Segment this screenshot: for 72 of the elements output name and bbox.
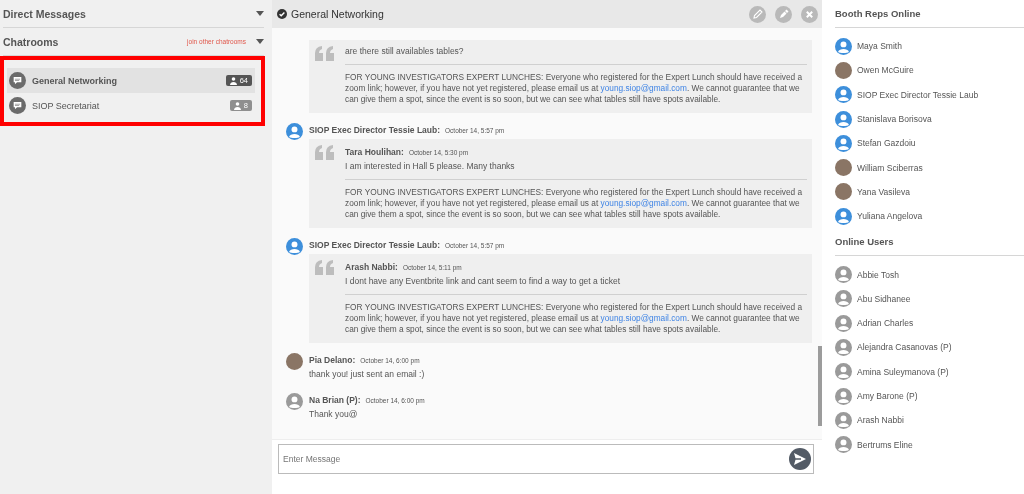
user-list-item[interactable]: William Sciberras <box>835 155 1024 180</box>
message-text: Thank you@ <box>309 409 359 419</box>
send-icon <box>793 452 807 466</box>
scrollbar[interactable] <box>818 346 822 426</box>
user-list-item[interactable]: Yuliana Angelova <box>835 204 1024 229</box>
notice-text: FOR YOUNG INVESTIGATORS EXPERT LUNCHES: Everyone who registered for the Expert Lunch should have received a zoom link; however, if you have not yet registered, please email us at young.siop@gmail.com. We cannot guarantee that we can give them a spot, since the event is so soon, but we can see what tables still have spots available. <box>345 187 804 220</box>
user-list-item[interactable]: Maya Smith <box>835 34 1024 59</box>
caret-icon[interactable] <box>256 39 264 44</box>
user-list-item[interactable]: Abu Sidhanee <box>835 286 1024 311</box>
quote-mark-icon <box>315 145 335 160</box>
user-avatar-icon <box>286 238 303 255</box>
user-avatar-icon <box>835 37 852 55</box>
user-list-item[interactable]: Yana Vasileva <box>835 179 1024 205</box>
user-list-item[interactable]: Owen McGuire <box>835 58 1024 83</box>
quoted-text: I am interested in Hall 5 please. Many thanks <box>345 161 516 171</box>
message-author: SIOP Exec Director Tessie Laub: <box>309 125 440 135</box>
user-avatar-icon <box>835 338 852 356</box>
quoted-text: are there still availables tables? <box>345 46 465 56</box>
photo-placeholder <box>835 183 852 201</box>
close-icon <box>805 9 814 19</box>
photo-placeholder <box>835 61 852 79</box>
user-avatar-icon <box>835 207 852 225</box>
user-avatar-icon <box>835 134 852 152</box>
user-avatar-icon <box>835 266 852 283</box>
user-list-item[interactable]: Stanislava Borisova <box>835 106 1024 132</box>
photo-placeholder <box>286 353 303 370</box>
chat-bubble-icon <box>9 72 26 89</box>
caret-icon[interactable] <box>256 11 264 16</box>
user-list-item[interactable]: Alejandra Casanovas (P) <box>835 335 1024 360</box>
user-avatar-icon <box>835 436 852 454</box>
quote-mark-icon <box>315 260 335 275</box>
message-text: thank you! just sent an email :) <box>309 369 426 379</box>
section-title: Booth Reps Online <box>835 0 1024 28</box>
user-list-item[interactable]: SIOP Exec Director Tessie Laub <box>835 82 1024 107</box>
quote-mark-icon <box>315 46 335 61</box>
user-list-item[interactable]: Adrian Charles <box>835 310 1024 336</box>
notice-text: FOR YOUNG INVESTIGATORS EXPERT LUNCHES: Everyone who registered for the Expert Lunch should have received a zoom link; however, if you have not yet registered, please email us at young.siop@gmail.com. We cannot guarantee that we can give them a spot, since the event is so soon, but we can see what tables still have spots available. <box>345 72 804 105</box>
user-avatar-icon <box>835 387 852 405</box>
user-list-item[interactable]: Amy Barone (P) <box>835 383 1024 409</box>
user-avatar-icon <box>835 314 852 332</box>
user-avatar-icon <box>835 110 852 128</box>
message-author: Na Brian (P): <box>309 395 361 405</box>
message-author: Pia Delano: <box>309 355 356 365</box>
chat-title: General Networking <box>291 8 384 20</box>
quoted-author: Arash Nabbi: <box>345 262 398 272</box>
user-list-item[interactable]: Stefan Gazdoiu <box>835 131 1024 156</box>
user-avatar-icon <box>835 290 852 308</box>
user-list-item[interactable]: Arash Nabbi <box>835 408 1024 433</box>
section-title: Online Users <box>835 228 1024 257</box>
message-input-field[interactable]: Enter Message <box>278 444 814 474</box>
chatroom-name: SIOP Secretariat <box>32 100 101 111</box>
notice-text: FOR YOUNG INVESTIGATORS EXPERT LUNCHES: Everyone who registered for the Expert Lunch should have received a zoom link; however, if you have not yet registered, please email us at young.siop@gmail.com. We cannot guarantee that we can give them a spot, since the event is so soon, but we can see what tables still have spots available. <box>345 302 804 335</box>
user-avatar-icon <box>286 123 303 140</box>
pencil-icon <box>752 9 763 19</box>
user-avatar-icon <box>286 393 303 410</box>
user-avatar-icon <box>835 363 852 381</box>
section-title[interactable]: Direct Messages <box>3 7 246 20</box>
quoted-author: Tara Houlihan: <box>345 147 404 157</box>
message-author: SIOP Exec Director Tessie Laub: <box>309 240 440 250</box>
chat-bubble-icon <box>9 97 26 114</box>
close-button[interactable] <box>801 5 818 23</box>
check-circle-icon <box>277 9 287 19</box>
user-list-item[interactable]: Bertrums Eline <box>835 432 1024 457</box>
user-avatar-icon <box>835 86 852 104</box>
section-title[interactable]: Chatrooms <box>3 35 178 48</box>
user-list-item[interactable]: Amina Suleymanova (P) <box>835 359 1024 384</box>
user-avatar-icon <box>835 411 852 429</box>
edit-button[interactable] <box>749 5 766 23</box>
photo-placeholder <box>835 159 852 177</box>
quoted-text: I dont have any Eventbrite link and cant seem to find a way to get a ticket <box>345 276 621 286</box>
chatroom-name: General Networking <box>32 75 119 86</box>
user-list-item[interactable]: Abbie Tosh <box>835 262 1024 287</box>
